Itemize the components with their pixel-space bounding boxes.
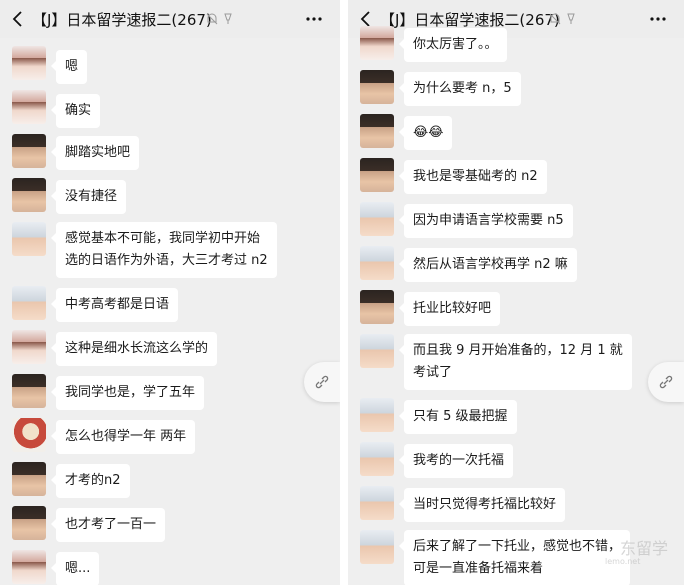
watermark-url: lemo.net bbox=[605, 557, 641, 566]
more-dots-icon[interactable] bbox=[304, 10, 324, 28]
avatar-smiley[interactable] bbox=[360, 398, 394, 432]
avatar-smiley[interactable] bbox=[360, 530, 394, 564]
avatar-girl[interactable] bbox=[360, 26, 394, 60]
message-bubble[interactable]: 当时只觉得考托福比较好 bbox=[398, 488, 566, 522]
avatar-boy[interactable] bbox=[12, 462, 46, 496]
chat-header: 【J】日本留学速报二(267) bbox=[0, 0, 340, 38]
message-bubble[interactable]: 才考的n2 bbox=[51, 464, 130, 498]
avatar-smiley[interactable] bbox=[12, 222, 46, 256]
avatar-girl[interactable] bbox=[12, 90, 46, 124]
message-bubble[interactable]: 你太厉害了。。 bbox=[399, 28, 507, 62]
avatar-boy[interactable] bbox=[12, 374, 46, 408]
message-bubble[interactable]: 嗯 bbox=[50, 50, 88, 84]
message-bubble[interactable]: 这种是细水长流这么学的 bbox=[50, 332, 218, 366]
link-icon bbox=[315, 375, 329, 389]
message-bubble[interactable]: 我同学也是，学了五年 bbox=[50, 376, 205, 410]
avatar-boy[interactable] bbox=[12, 134, 46, 168]
avatar-boy[interactable] bbox=[12, 506, 46, 540]
message-line: 而且我 9 月开始准备的，12 月 1 就 bbox=[413, 343, 623, 358]
message-list: 嗯 确实 脚踏实地吧 没有捷径 感觉基本不可能，我同学初中开始 选的日语作为外语… bbox=[0, 38, 340, 585]
link-icon bbox=[659, 375, 673, 389]
message-bubble[interactable]: 嗯... bbox=[50, 552, 100, 585]
avatar-boy[interactable] bbox=[360, 290, 394, 324]
message-bubble[interactable]: 而且我 9 月开始准备的，12 月 1 就 考试了 bbox=[399, 334, 632, 390]
message-bubble[interactable]: 感觉基本不可能，我同学初中开始 选的日语作为外语，大三才考过 n2 bbox=[51, 222, 277, 278]
message-bubble[interactable]: 我考的一次托福 bbox=[398, 444, 514, 478]
chat-title: 【J】日本留学速报二(267) bbox=[380, 11, 560, 29]
message-bubble[interactable]: 我也是零基础考的 n2 bbox=[399, 160, 547, 194]
message-bubble[interactable]: 确实 bbox=[50, 94, 101, 128]
message-bubble[interactable]: 也才考了一百一 bbox=[50, 508, 166, 542]
avatar-girl[interactable] bbox=[12, 46, 46, 80]
message-line: 感觉基本不可能，我同学初中开始 bbox=[65, 231, 261, 246]
avatar-boy[interactable] bbox=[360, 114, 394, 148]
message-line: 选的日语作为外语，大三才考过 n2 bbox=[65, 253, 268, 268]
avatar-smiley[interactable] bbox=[360, 442, 394, 476]
avatar-smiley[interactable] bbox=[360, 334, 394, 368]
more-dots-icon[interactable] bbox=[648, 10, 668, 28]
message-bubble[interactable]: 怎么也得学一年 两年 bbox=[50, 420, 196, 454]
message-bubble[interactable]: 为什么要考 n，5 bbox=[399, 72, 521, 106]
message-line: 考试了 bbox=[413, 365, 453, 380]
message-bubble[interactable]: 没有捷径 bbox=[50, 180, 127, 214]
avatar-red[interactable] bbox=[12, 418, 46, 452]
message-bubble[interactable]: 然后从语言学校再学 n2 嘛 bbox=[399, 248, 577, 282]
avatar-girl[interactable] bbox=[12, 550, 46, 584]
mute-bell-icon bbox=[549, 13, 575, 25]
avatar-smiley[interactable] bbox=[360, 486, 394, 520]
avatar-smiley[interactable] bbox=[360, 202, 394, 236]
avatar-boy[interactable] bbox=[360, 158, 394, 192]
message-bubble[interactable]: 只有 5 级最把握 bbox=[399, 400, 517, 434]
message-list: 你太厉害了。。 为什么要考 n，5 😂😂 我也是零基础考的 n2 因为申请语言学… bbox=[348, 26, 684, 585]
message-bubble[interactable]: 因为申请语言学校需要 n5 bbox=[399, 204, 573, 238]
message-line: 后来了解了一下托业，感觉也不错， bbox=[413, 539, 622, 554]
avatar-boy[interactable] bbox=[12, 178, 46, 212]
watermark-text: 东留学 bbox=[620, 539, 669, 558]
avatar-boy[interactable] bbox=[360, 70, 394, 104]
message-bubble[interactable]: 脚踏实地吧 bbox=[50, 136, 140, 170]
chat-header: 【J】日本留学速报二(267) bbox=[348, 0, 684, 38]
message-bubble[interactable]: 托业比较好吧 bbox=[398, 292, 501, 326]
message-bubble[interactable]: 后来了解了一下托业，感觉也不错， 可是一直准备托福来着 bbox=[398, 530, 631, 585]
floating-link-button[interactable] bbox=[304, 362, 340, 402]
mute-bell-icon bbox=[206, 13, 232, 25]
chevron-left-icon[interactable] bbox=[8, 8, 28, 30]
chat-window-right: 【J】日本留学速报二(267) 你太厉害了。。 为什么要考 n，5 😂😂 我也是… bbox=[348, 0, 684, 585]
message-bubble[interactable]: 中考高考都是日语 bbox=[50, 288, 179, 322]
chat-window-left: 【J】日本留学速报二(267) 嗯 确实 脚踏实地吧 没有捷径 感觉基本不可能，… bbox=[0, 0, 340, 585]
avatar-smiley[interactable] bbox=[360, 246, 394, 280]
chat-title: 【J】日本留学速报二(267) bbox=[32, 11, 212, 29]
message-bubble[interactable]: 😂😂 bbox=[398, 116, 453, 150]
message-line: 可是一直准备托福来着 bbox=[413, 561, 544, 576]
floating-link-button[interactable] bbox=[648, 362, 684, 402]
avatar-girl[interactable] bbox=[12, 330, 46, 364]
avatar-smiley[interactable] bbox=[12, 286, 46, 320]
